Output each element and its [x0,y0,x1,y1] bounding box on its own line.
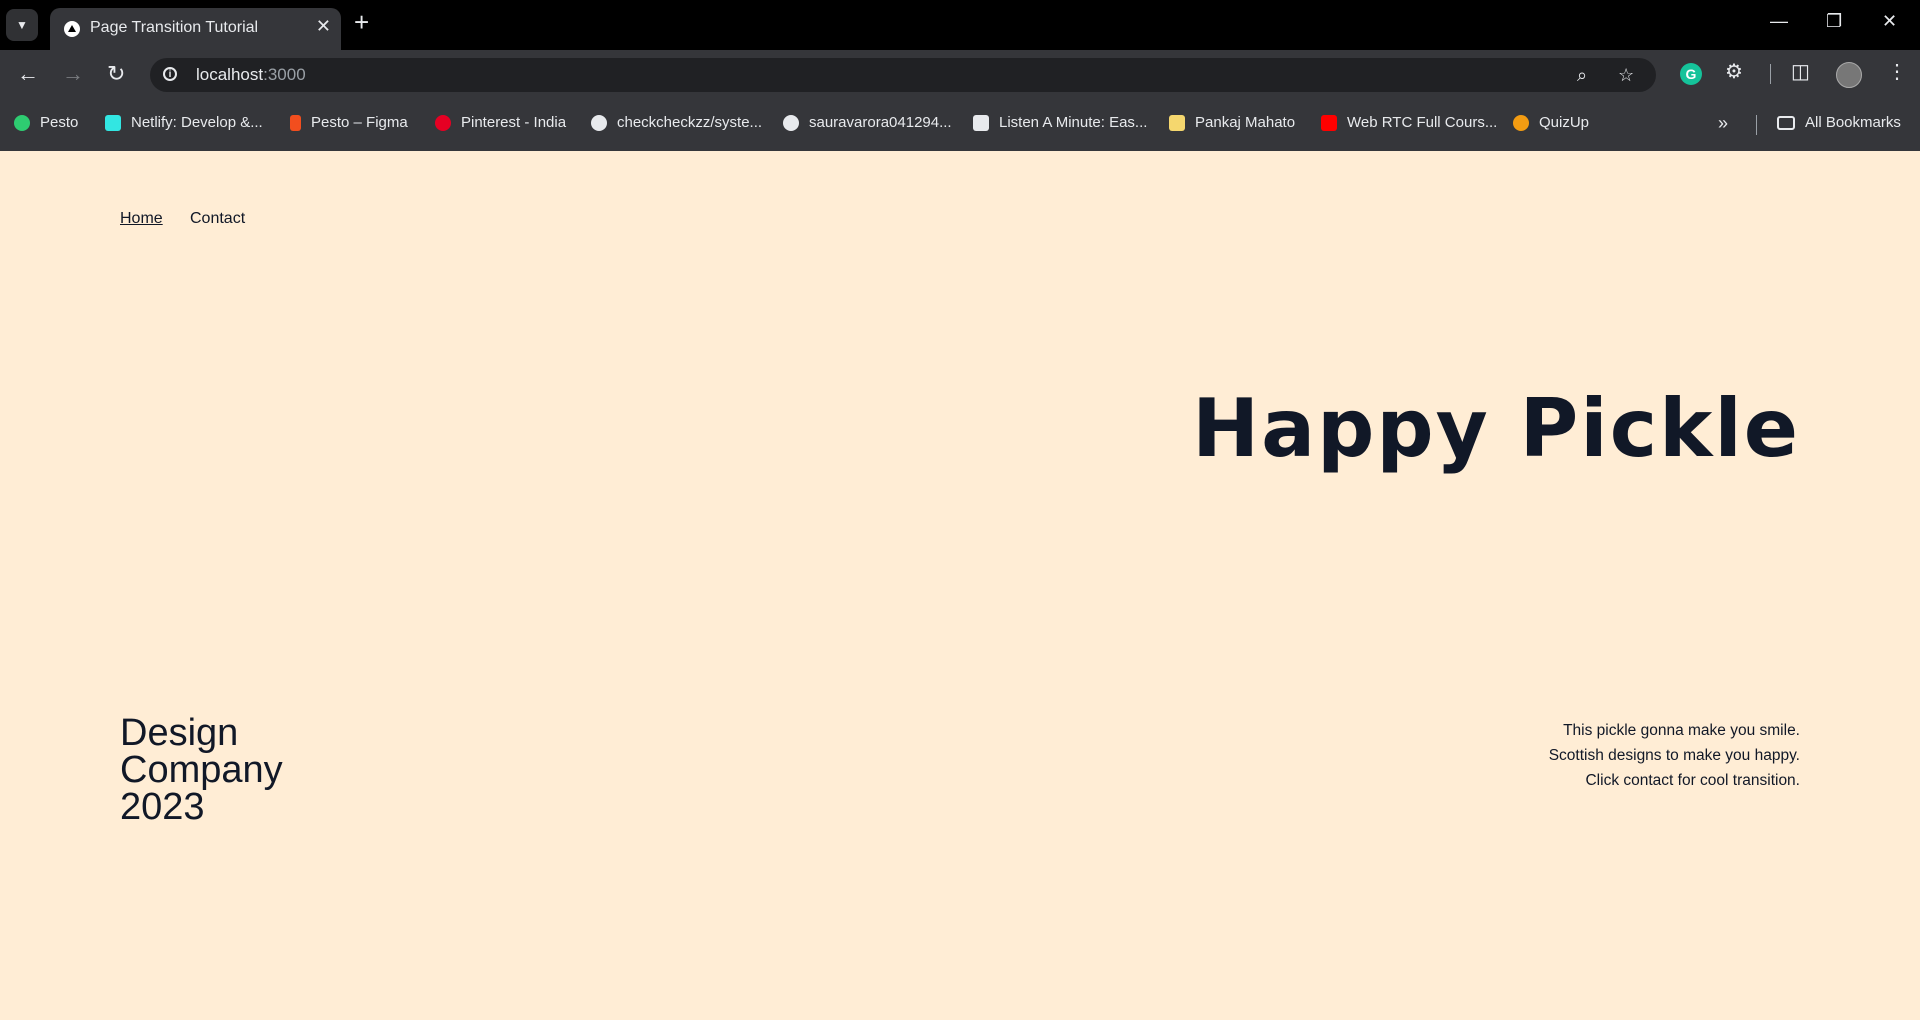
all-bookmarks-button[interactable]: All Bookmarks [1777,114,1901,131]
bookmark-pankaj-mahato[interactable]: Pankaj Mahato [1169,114,1295,131]
netlify-icon [105,114,121,131]
notepad-icon [1169,114,1185,131]
company-line: Company [120,749,283,791]
bookmark-label: Web RTC Full Cours... [1347,114,1498,131]
tagline-line: This pickle gonna make you smile. [1563,722,1800,739]
tab-search-button[interactable]: ▼ [6,9,38,41]
site-info-icon[interactable]: i [163,67,177,81]
close-tab-icon[interactable]: ✕ [316,17,331,35]
nav-home-link[interactable]: Home [120,210,163,228]
url-text: localhost:3000 [196,65,306,84]
grammarly-extension-icon[interactable]: G [1680,63,1702,85]
browser-toolbar: ← → ↻ i localhost:3000 ⌕ ☆ G ⚙ ◫ ⋮ [0,50,1920,100]
bookmark-quizup[interactable]: QuizUp [1513,114,1589,131]
bookmark-github-sauravarora[interactable]: sauravarora041294... [783,114,952,131]
bookmark-pesto[interactable]: Pesto [14,114,78,131]
bookmark-label: All Bookmarks [1805,114,1901,131]
bookmark-label: checkcheckzz/syste... [617,114,763,131]
bookmark-label: Pinterest - India [461,114,567,131]
bookmark-label: Pankaj Mahato [1195,114,1296,131]
tagline-line: Click contact for cool transition. [1585,772,1800,789]
profile-avatar[interactable] [1836,62,1862,88]
chevron-down-icon: ▼ [16,18,28,32]
company-name: Design Company 2023 [120,712,283,828]
github-icon [591,114,607,131]
folder-icon [1777,115,1795,130]
bookmarks-divider [1756,115,1757,135]
bookmark-label: Netlify: Develop &... [131,114,263,131]
reload-icon[interactable]: ↻ [107,63,125,85]
new-tab-icon[interactable]: + [354,9,369,35]
quizup-icon [1513,114,1529,131]
listen-a-minute-icon [973,114,989,131]
side-panel-icon[interactable]: ◫ [1791,62,1810,82]
bookmark-label: Pesto [40,114,79,131]
back-arrow-icon[interactable]: ← [17,63,39,85]
bookmark-label: Listen A Minute: Eas... [999,114,1148,131]
page-content: Home Contact Happy Pickle Design Company… [0,151,1920,1020]
restore-icon[interactable]: ❐ [1826,12,1842,30]
close-window-icon[interactable]: ✕ [1882,12,1897,30]
github-icon [783,114,799,131]
bookmark-netlify[interactable]: Netlify: Develop &... [105,114,263,131]
tagline: This pickle gonna make you smile. Scotti… [1549,718,1800,793]
bookmark-star-icon[interactable]: ☆ [1618,65,1634,86]
zoom-icon[interactable]: ⌕ [1577,65,1587,86]
company-line: Design [120,712,239,754]
company-line: 2023 [120,786,205,828]
forward-arrow-icon[interactable]: → [62,63,84,85]
bookmark-pinterest[interactable]: Pinterest - India [435,114,566,131]
bookmark-label: QuizUp [1539,114,1590,131]
toolbar-divider [1770,64,1771,84]
address-bar[interactable]: i localhost:3000 ⌕ ☆ [150,58,1656,92]
bookmark-webrtc[interactable]: Web RTC Full Cours... [1321,114,1497,131]
browser-tab-active[interactable]: Page Transition Tutorial ✕ [50,8,341,50]
bookmark-pesto-figma[interactable]: Pesto – Figma [290,114,408,131]
bookmark-listen-a-minute[interactable]: Listen A Minute: Eas... [973,114,1147,131]
extensions-puzzle-icon[interactable]: ⚙ [1725,62,1743,82]
browser-titlebar: ▼ Page Transition Tutorial ✕ + — ❐ ✕ [0,0,1920,50]
bookmarks-bar: Pesto Netlify: Develop &... Pesto – Figm… [0,100,1920,151]
pesto-icon [14,114,30,131]
bookmark-github-checkcheckzz[interactable]: checkcheckzz/syste... [591,114,762,131]
bookmark-label: Pesto – Figma [311,114,408,131]
bookmark-label: sauravarora041294... [809,114,952,131]
nav-contact-link[interactable]: Contact [190,210,245,228]
minimize-icon[interactable]: — [1770,12,1788,30]
tagline-line: Scottish designs to make you happy. [1548,747,1800,764]
youtube-icon [1321,114,1337,131]
hero-title: Happy Pickle [1192,382,1800,475]
double-chevron-right-icon[interactable]: » [1718,113,1728,134]
pinterest-icon [435,114,451,131]
more-menu-icon[interactable]: ⋮ [1887,62,1907,82]
figma-icon [290,114,301,131]
tab-title: Page Transition Tutorial [90,19,259,36]
nextjs-favicon-icon [64,21,80,37]
